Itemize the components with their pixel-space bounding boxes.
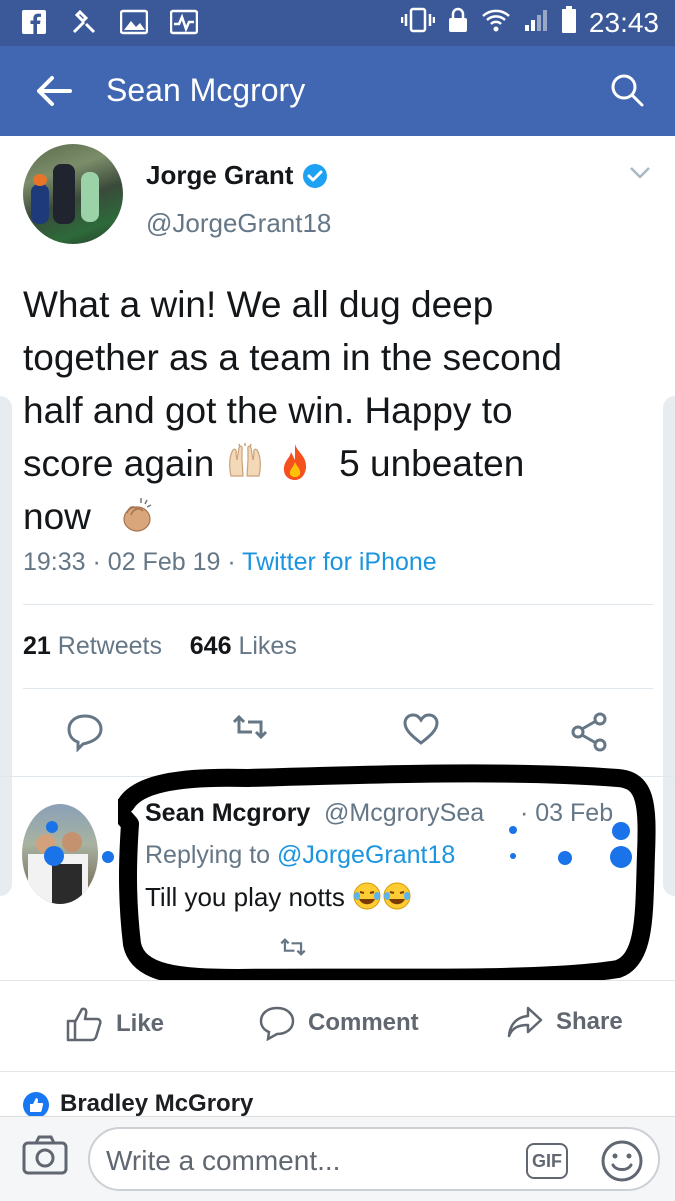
comment-icon xyxy=(259,1006,295,1041)
tweet-stats: 21 Retweets 646 Likes xyxy=(23,632,297,661)
retweet-icon[interactable] xyxy=(230,712,270,752)
tweet-screenshot: Jorge Grant @JorgeGrant18 What a win! We… xyxy=(0,136,675,987)
facebook-icon xyxy=(20,8,48,36)
gif-button[interactable]: GIF xyxy=(526,1143,568,1179)
edge-decoration xyxy=(0,396,12,896)
comment-input[interactable] xyxy=(104,1141,508,1181)
selection-dot xyxy=(558,851,572,865)
retweets-count: 21 xyxy=(23,632,51,660)
selection-dot xyxy=(510,853,516,859)
raising-hands-emoji-icon xyxy=(225,442,265,482)
tweet-meta: 19:33 · 02 Feb 19 · Twitter for iPhone xyxy=(23,548,437,576)
share-icon[interactable] xyxy=(570,712,608,752)
comment-label: Comment xyxy=(308,1009,419,1036)
selection-dot xyxy=(610,846,632,868)
tweet-author-name: Jorge Grant xyxy=(146,160,294,190)
clapping-hands-emoji-icon xyxy=(117,495,157,535)
comment-author[interactable]: Bradley McGrory xyxy=(60,1090,253,1118)
camera-icon[interactable] xyxy=(22,1135,68,1175)
like-label: Like xyxy=(116,1010,165,1037)
tweet-author-handle: @JorgeGrant18 xyxy=(146,208,332,238)
emoji-icon[interactable] xyxy=(600,1139,644,1183)
vibrate-icon xyxy=(400,7,436,38)
chevron-down-icon[interactable] xyxy=(629,166,651,180)
comment-composer: GIF xyxy=(0,1116,675,1201)
tweet-text: What a win! We all dug deep together as … xyxy=(23,278,643,543)
divider xyxy=(23,688,653,689)
likes-label[interactable]: Likes xyxy=(238,632,296,660)
comment-input-box: GIF xyxy=(88,1127,660,1191)
selection-dot xyxy=(46,821,58,833)
share-label: Share xyxy=(556,1008,623,1035)
page-title: Sean Mcgrory xyxy=(106,72,306,108)
divider xyxy=(23,604,653,605)
marker-scribble xyxy=(118,764,656,987)
retweets-label[interactable]: Retweets xyxy=(58,632,162,660)
facebook-action-bar: Like Comment Share xyxy=(0,980,675,1072)
tweet-text-line: now xyxy=(23,490,643,543)
likes-count: 646 xyxy=(189,632,232,660)
tweet-text-line: half and got the win. Happy to xyxy=(23,390,513,431)
selection-dot xyxy=(44,846,64,866)
reply-icon[interactable] xyxy=(66,712,104,753)
tweet-time: 19:33 xyxy=(23,548,86,576)
like-button[interactable]: Like xyxy=(64,1005,164,1043)
arrow-left-icon[interactable] xyxy=(34,74,74,108)
heart-icon[interactable] xyxy=(402,712,440,752)
edge-decoration xyxy=(663,396,675,896)
tweet-date: 02 Feb 19 xyxy=(107,548,221,576)
tweet-text-line: score again 5 unbeaten xyxy=(23,442,525,484)
tweet-source-link[interactable]: Twitter for iPhone xyxy=(242,548,437,576)
search-icon[interactable] xyxy=(609,72,645,108)
fire-emoji-icon xyxy=(275,442,315,482)
lock-icon xyxy=(447,7,469,38)
like-badge-icon xyxy=(23,1092,49,1118)
selection-dot xyxy=(612,822,630,840)
app-bar: Sean Mcgrory xyxy=(0,46,675,136)
wifi-icon xyxy=(481,7,511,38)
image-icon xyxy=(120,8,148,36)
selection-dot xyxy=(509,826,517,834)
avatar xyxy=(23,144,123,244)
signal-icon xyxy=(523,7,549,38)
status-bar: 23:43 xyxy=(0,0,675,46)
verified-badge-icon xyxy=(302,163,328,189)
thumbs-up-icon xyxy=(66,1007,102,1042)
comment-button[interactable]: Comment xyxy=(258,1005,419,1041)
selection-dot xyxy=(102,851,114,863)
clock: 23:43 xyxy=(588,6,659,38)
battery-icon xyxy=(561,6,577,39)
share-button[interactable]: Share xyxy=(506,1005,623,1039)
tweet-text-line: together as a team in the second xyxy=(23,337,562,378)
tweet-text-line: What a win! We all dug deep xyxy=(23,284,494,325)
share-arrow-icon xyxy=(507,1006,543,1038)
tools-icon xyxy=(70,8,98,36)
pulse-icon xyxy=(170,8,198,36)
